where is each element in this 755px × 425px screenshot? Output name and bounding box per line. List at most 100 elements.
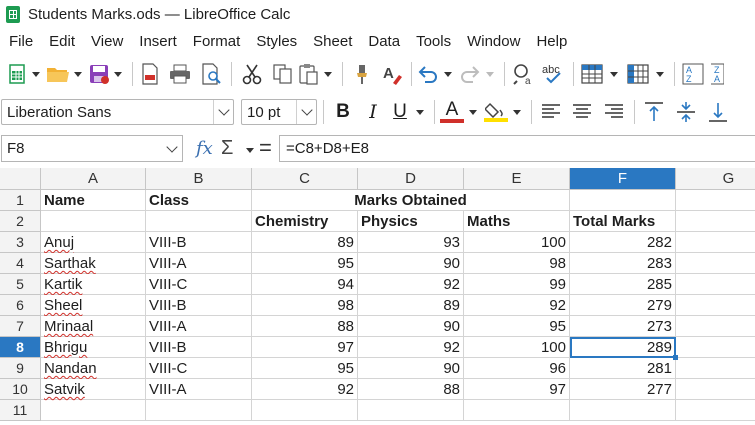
column-header-c[interactable]: C [252,168,358,190]
new-document-button[interactable] [8,60,28,88]
grid-cell[interactable] [676,295,755,316]
row-header-9[interactable]: 9 [0,358,41,379]
menu-edit[interactable]: Edit [41,30,83,54]
grid-cell[interactable] [676,337,755,358]
student-name-cell[interactable]: Sheel [41,295,146,316]
grid-cell[interactable] [676,358,755,379]
underline-dropdown-icon[interactable] [416,109,424,115]
clear-formatting-button[interactable]: A [377,60,407,88]
physics-marks-cell[interactable]: 90 [358,358,464,379]
student-class-cell[interactable]: VIII-A [146,379,252,400]
print-preview-button[interactable] [197,60,227,88]
menu-data[interactable]: Data [360,30,408,54]
student-class-cell[interactable]: VIII-B [146,295,252,316]
grid-cell[interactable] [676,316,755,337]
header-cell-total-marks[interactable]: Total Marks [570,211,676,232]
background-color-button[interactable] [483,98,509,126]
font-name-dropdown[interactable] [213,100,233,124]
chemistry-marks-cell[interactable]: 97 [252,337,358,358]
italic-button[interactable]: I [358,98,388,126]
grid-cell[interactable] [41,211,146,232]
font-color-dropdown-icon[interactable] [469,109,477,115]
menu-insert[interactable]: Insert [131,30,185,54]
font-name-combobox[interactable]: Liberation Sans [1,99,234,125]
name-box[interactable]: F8 [1,135,183,162]
open-dropdown-icon[interactable] [74,71,82,77]
row-header-7[interactable]: 7 [0,316,41,337]
autofill-handle[interactable] [673,355,678,360]
align-top-button[interactable] [639,98,669,126]
grid-cell[interactable] [676,190,755,211]
grid-cell[interactable] [676,211,755,232]
undo-dropdown-icon[interactable] [444,71,452,77]
student-name-cell[interactable]: Bhrigu [41,337,146,358]
select-all-corner[interactable] [0,168,41,190]
paste-button[interactable] [298,60,320,88]
menu-window[interactable]: Window [459,30,528,54]
column-header-g[interactable]: G [676,168,755,190]
grid-cell[interactable] [464,400,570,421]
grid-cell[interactable] [358,400,464,421]
align-bottom-button[interactable] [703,98,733,126]
bold-button[interactable]: B [328,98,358,126]
grid-cell[interactable] [41,400,146,421]
physics-marks-cell[interactable]: 89 [358,295,464,316]
underline-button[interactable]: U [388,98,412,126]
cut-button[interactable] [236,60,268,88]
redo-button[interactable] [458,60,482,88]
chemistry-marks-cell[interactable]: 89 [252,232,358,253]
row-header-10[interactable]: 10 [0,379,41,400]
student-class-cell[interactable]: VIII-B [146,337,252,358]
student-class-cell[interactable]: VIII-B [146,232,252,253]
grid-cell[interactable] [676,274,755,295]
align-left-button[interactable] [536,98,566,126]
grid-cell[interactable] [676,379,755,400]
selected-cell-f8[interactable]: 289 [570,337,676,358]
student-name-cell[interactable]: Sarthak [41,253,146,274]
menu-sheet[interactable]: Sheet [305,30,360,54]
align-right-button[interactable] [598,98,630,126]
maths-marks-cell[interactable]: 98 [464,253,570,274]
save-button[interactable] [88,60,110,88]
find-replace-button[interactable]: a [509,60,539,88]
total-marks-cell[interactable]: 277 [570,379,676,400]
formula-equals-icon[interactable]: = [259,135,272,161]
total-marks-cell[interactable]: 281 [570,358,676,379]
total-marks-cell[interactable]: 282 [570,232,676,253]
header-cell-chemistry[interactable]: Chemistry [252,211,358,232]
maths-marks-cell[interactable]: 97 [464,379,570,400]
maths-marks-cell[interactable]: 100 [464,337,570,358]
save-dropdown-icon[interactable] [114,71,122,77]
student-name-cell[interactable]: Kartik [41,274,146,295]
grid-cell[interactable] [676,400,755,421]
student-name-cell[interactable]: Satvik [41,379,146,400]
new-dropdown-icon[interactable] [32,71,40,77]
physics-marks-cell[interactable]: 93 [358,232,464,253]
header-cell-physics[interactable]: Physics [358,211,464,232]
font-size-combobox[interactable]: 10 pt [241,99,317,125]
row-header-1[interactable]: 1 [0,190,41,211]
row-header-8[interactable]: 8 [0,337,41,358]
name-box-dropdown[interactable] [162,136,182,161]
chemistry-marks-cell[interactable]: 98 [252,295,358,316]
student-class-cell[interactable]: VIII-C [146,274,252,295]
grid-cell[interactable] [676,232,755,253]
copy-button[interactable] [268,60,298,88]
column-header-e[interactable]: E [464,168,570,190]
chemistry-marks-cell[interactable]: 94 [252,274,358,295]
formula-input[interactable]: =C8+D8+E8 [279,135,755,162]
maths-marks-cell[interactable]: 100 [464,232,570,253]
student-class-cell[interactable]: VIII-A [146,253,252,274]
total-marks-cell[interactable]: 285 [570,274,676,295]
font-size-dropdown[interactable] [296,100,316,124]
header-cell-maths[interactable]: Maths [464,211,570,232]
physics-marks-cell[interactable]: 90 [358,253,464,274]
column-button[interactable] [624,60,652,88]
menu-help[interactable]: Help [528,30,575,54]
student-name-cell[interactable]: Anuj [41,232,146,253]
row-header-3[interactable]: 3 [0,232,41,253]
row-dropdown-icon[interactable] [610,71,618,77]
grid-cell[interactable] [252,400,358,421]
total-marks-cell[interactable]: 279 [570,295,676,316]
physics-marks-cell[interactable]: 88 [358,379,464,400]
